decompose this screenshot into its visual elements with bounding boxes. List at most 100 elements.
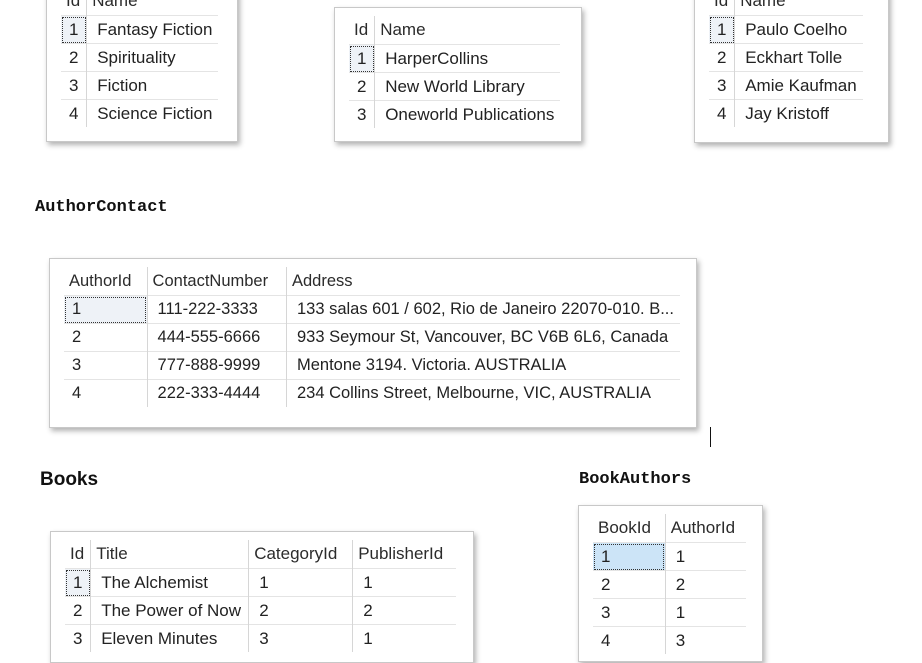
table-row[interactable]: 43 xyxy=(593,626,746,654)
table-row[interactable]: 2 The Power of Now 2 2 xyxy=(65,596,457,625)
table-row[interactable]: 1 The Alchemist 1 1 xyxy=(65,568,457,597)
column-header-category-id[interactable]: CategoryId xyxy=(248,540,354,569)
cell-title[interactable]: The Power of Now xyxy=(90,596,250,625)
cell-book-id[interactable]: 4 xyxy=(593,626,666,654)
cell-name[interactable]: Fiction xyxy=(86,71,219,100)
table-row[interactable]: 31 xyxy=(593,598,746,627)
cell-name[interactable]: New World Library xyxy=(374,72,561,101)
cell-publisher-id[interactable]: 1 xyxy=(352,624,457,652)
publishers-grid: Id Name 1 HarperCollins 2 New World Librar… xyxy=(334,7,582,142)
cell-category-id[interactable]: 3 xyxy=(248,624,354,652)
table-row[interactable]: 3 Oneworld Publications xyxy=(349,100,561,128)
cell-name[interactable]: HarperCollins xyxy=(374,44,561,73)
table-row[interactable]: 3 Eleven Minutes 3 1 xyxy=(65,624,457,652)
table-row[interactable]: 2 444-555-6666 933 Seymour St, Vancouver, … xyxy=(64,323,680,352)
table-row[interactable]: 1 Fantasy Fiction xyxy=(61,15,219,44)
column-header-id[interactable]: Id xyxy=(65,540,92,569)
table-row[interactable]: 3 Amie Kaufman xyxy=(709,71,863,100)
cell-author-id[interactable]: 1 xyxy=(665,542,746,571)
column-header-author-id[interactable]: AuthorId xyxy=(64,267,148,296)
cell-contact-number[interactable]: 111-222-3333 xyxy=(147,295,287,324)
column-header-contact-number[interactable]: ContactNumber xyxy=(147,267,287,296)
cell-id[interactable]: 2 xyxy=(349,72,376,101)
table-row[interactable]: 1 Paulo Coelho xyxy=(709,15,863,44)
text-cursor xyxy=(710,427,711,447)
table-row[interactable]: 1 HarperCollins xyxy=(349,44,561,73)
table-row[interactable]: 1 111-222-3333 133 salas 601 / 602, Rio de… xyxy=(64,295,680,324)
cell-id[interactable]: 1 xyxy=(349,44,376,73)
cell-name[interactable]: Eckhart Tolle xyxy=(734,43,863,72)
cell-address[interactable]: 234 Collins Street, Melbourne, VIC, AUST… xyxy=(286,379,680,407)
cell-address[interactable]: 933 Seymour St, Vancouver, BC V6B 6L6, C… xyxy=(286,323,680,352)
categories-table: Id Name 1 Fantasy Fiction 2 Spirituality 3… xyxy=(61,0,219,127)
column-header-author-id[interactable]: AuthorId xyxy=(665,514,746,543)
cell-id[interactable]: 2 xyxy=(61,43,88,72)
cell-publisher-id[interactable]: 1 xyxy=(352,568,457,597)
cell-contact-number[interactable]: 777-888-9999 xyxy=(147,351,287,380)
column-header-name[interactable]: Name xyxy=(735,0,863,16)
cell-id[interactable]: 2 xyxy=(65,596,92,625)
cell-author-id[interactable]: 4 xyxy=(64,379,148,407)
cell-publisher-id[interactable]: 2 xyxy=(352,596,457,625)
cell-book-id[interactable]: 3 xyxy=(593,598,666,627)
cell-title[interactable]: Eleven Minutes xyxy=(90,624,250,652)
book-authors-label: BookAuthors xyxy=(579,470,692,489)
cell-name[interactable]: Jay Kristoff xyxy=(734,99,863,127)
column-header-id[interactable]: Id xyxy=(349,16,376,45)
cell-name[interactable]: Oneworld Publications xyxy=(374,100,561,128)
cell-id[interactable]: 3 xyxy=(61,71,88,100)
cell-category-id[interactable]: 1 xyxy=(248,568,354,597)
table-row[interactable]: 22 xyxy=(593,570,746,599)
column-header-title[interactable]: Title xyxy=(90,540,250,569)
cell-category-id[interactable]: 2 xyxy=(248,596,354,625)
cell-id[interactable]: 4 xyxy=(709,99,736,127)
column-header-address[interactable]: Address xyxy=(286,267,680,296)
cell-name[interactable]: Spirituality xyxy=(86,43,219,72)
table-row[interactable]: 2 New World Library xyxy=(349,72,561,101)
cell-name[interactable]: Fantasy Fiction xyxy=(86,15,219,44)
table-row[interactable]: 11 xyxy=(593,542,746,571)
cell-id[interactable]: 1 xyxy=(65,568,92,597)
column-header-name[interactable]: Name xyxy=(375,16,561,45)
cell-author-id[interactable]: 1 xyxy=(665,598,746,627)
cell-author-id[interactable]: 3 xyxy=(665,626,746,654)
table-row[interactable]: 2 Spirituality xyxy=(61,43,219,72)
cell-name[interactable]: Science Fiction xyxy=(86,99,219,127)
table-row[interactable]: 4 Jay Kristoff xyxy=(709,99,863,127)
column-header-id[interactable]: Id xyxy=(709,0,736,16)
cell-contact-number[interactable]: 444-555-6666 xyxy=(147,323,287,352)
cell-name[interactable]: Paulo Coelho xyxy=(734,15,863,44)
author-contact-table: AuthorId ContactNumber Address 1 111-222-… xyxy=(64,267,680,407)
table-row[interactable]: 3 777-888-9999 Mentone 3194. Victoria. AUS… xyxy=(64,351,680,380)
publishers-table: Id Name 1 HarperCollins 2 New World Librar… xyxy=(349,16,561,128)
cell-author-id[interactable]: 2 xyxy=(64,323,148,352)
cell-id[interactable]: 3 xyxy=(709,71,736,100)
cell-id[interactable]: 3 xyxy=(349,100,376,128)
cell-author-id[interactable]: 3 xyxy=(64,351,148,380)
column-header-name[interactable]: Name xyxy=(87,0,219,16)
cell-name[interactable]: Amie Kaufman xyxy=(734,71,863,100)
table-row[interactable]: 2 Eckhart Tolle xyxy=(709,43,863,72)
column-header-publisher-id[interactable]: PublisherId xyxy=(353,540,457,569)
cell-author-id[interactable]: 1 xyxy=(64,295,148,324)
cell-author-id[interactable]: 2 xyxy=(665,570,746,599)
cell-title[interactable]: The Alchemist xyxy=(90,568,250,597)
authors-grid: Id Name 1 Paulo Coelho 2 Eckhart Tolle 3 Am… xyxy=(694,0,889,143)
cell-id[interactable]: 1 xyxy=(61,15,88,44)
cell-address[interactable]: 133 salas 601 / 602, Rio de Janeiro 2207… xyxy=(286,295,680,324)
cell-id[interactable]: 2 xyxy=(709,43,736,72)
authors-table: Id Name 1 Paulo Coelho 2 Eckhart Tolle 3 Am… xyxy=(709,0,863,127)
table-row[interactable]: 4 Science Fiction xyxy=(61,99,219,127)
cell-book-id[interactable]: 1 xyxy=(593,542,666,571)
table-row[interactable]: 3 Fiction xyxy=(61,71,219,100)
cell-id[interactable]: 4 xyxy=(61,99,88,127)
table-row[interactable]: 4 222-333-4444 234 Collins Street, Melbour… xyxy=(64,379,680,407)
books-table: Id Title CategoryId PublisherId 1 The Alc… xyxy=(65,540,457,652)
column-header-id[interactable]: Id xyxy=(61,0,88,16)
cell-address[interactable]: Mentone 3194. Victoria. AUSTRALIA xyxy=(286,351,680,380)
cell-id[interactable]: 1 xyxy=(709,15,736,44)
column-header-book-id[interactable]: BookId xyxy=(593,514,666,543)
cell-book-id[interactable]: 2 xyxy=(593,570,666,599)
cell-id[interactable]: 3 xyxy=(65,624,92,652)
cell-contact-number[interactable]: 222-333-4444 xyxy=(147,379,287,407)
